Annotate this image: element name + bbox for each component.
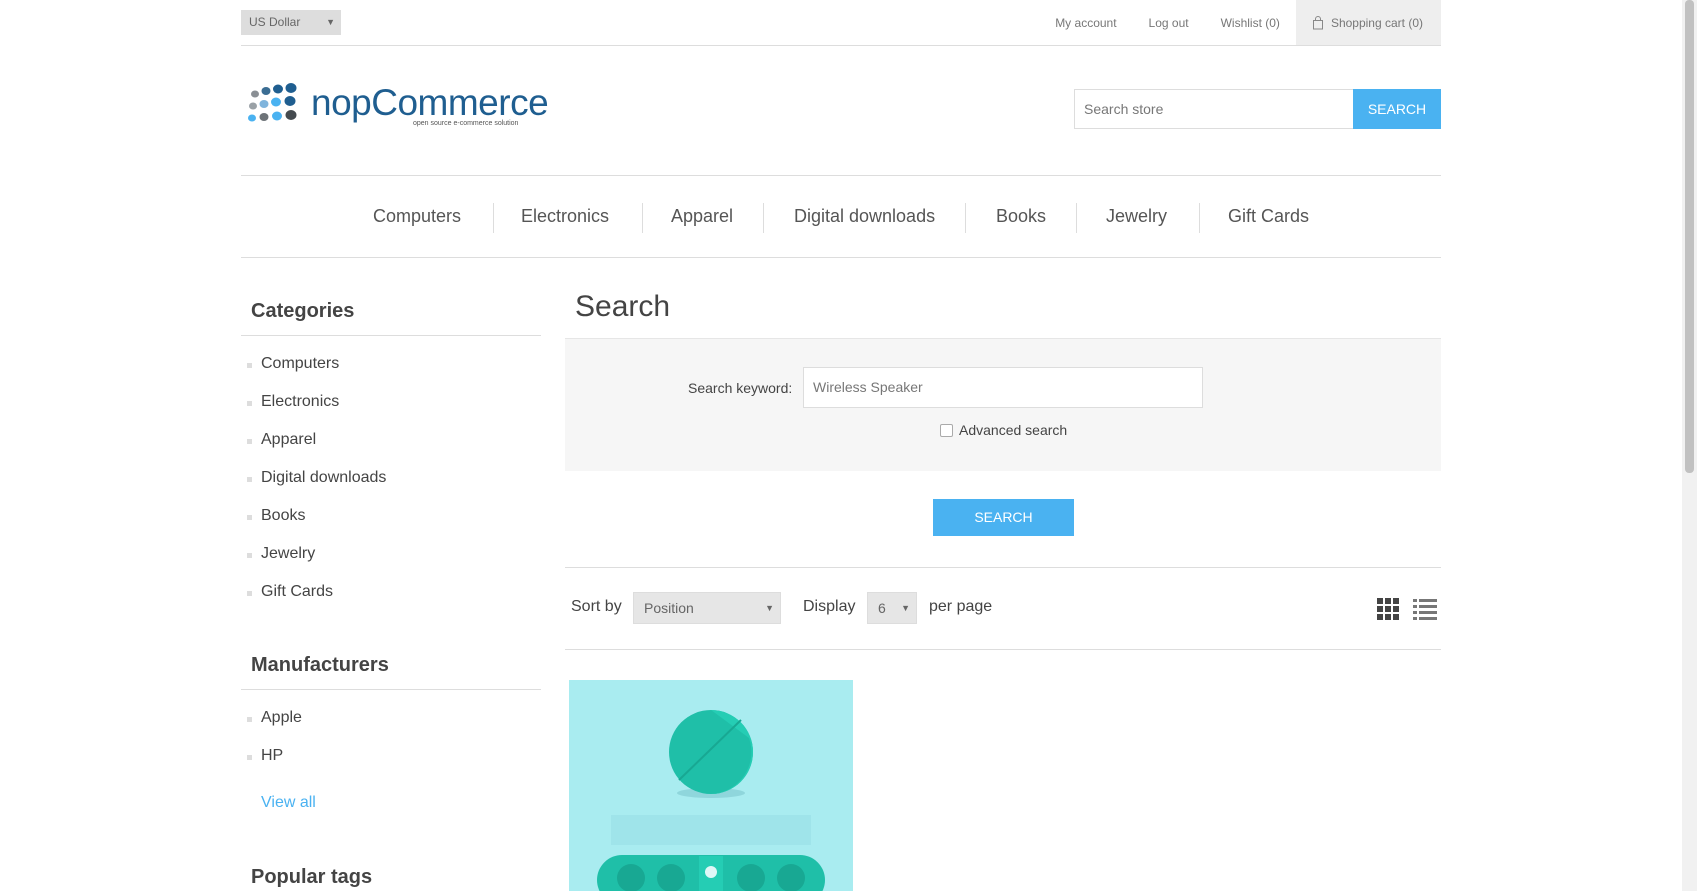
advanced-search-checkbox[interactable] <box>940 424 953 437</box>
manufacturers-title: Manufacturers <box>251 654 389 676</box>
search-submit-button[interactable]: SEARCH <box>933 499 1074 536</box>
search-keyword-label: Search keyword: <box>688 380 793 396</box>
currency-value: US Dollar <box>249 15 301 29</box>
menu-item-books[interactable]: Books <box>996 176 1046 257</box>
category-item-gift-cards[interactable]: Gift Cards <box>261 583 333 601</box>
selectors-top-divider <box>565 567 1441 568</box>
list-bullet <box>247 755 252 760</box>
menu-item-computers[interactable]: Computers <box>373 176 461 257</box>
list-bullet <box>247 553 252 558</box>
advanced-search-label[interactable]: Advanced search <box>959 422 1067 438</box>
chevron-down-icon: ▼ <box>901 603 910 613</box>
header-links: My account Log out Wishlist (0) Shopping… <box>1023 0 1441 45</box>
category-item-jewelry[interactable]: Jewelry <box>261 545 315 563</box>
menu-item-gift-cards[interactable]: Gift Cards <box>1228 176 1309 257</box>
menu-item-electronics[interactable]: Electronics <box>521 176 609 257</box>
manufacturer-item-apple[interactable]: Apple <box>261 709 302 727</box>
grid-view-icon[interactable] <box>1377 598 1399 620</box>
popular-tags-title: Popular tags <box>251 866 373 888</box>
category-item-apparel[interactable]: Apparel <box>261 431 316 449</box>
list-bullet <box>247 363 252 368</box>
list-view-icon[interactable] <box>1413 598 1437 620</box>
page-scrollbar[interactable] <box>1682 0 1697 891</box>
scrollbar-thumb[interactable] <box>1685 0 1694 473</box>
menu-item-digital-downloads[interactable]: Digital downloads <box>794 176 935 257</box>
top-menu: Computers Electronics Apparel Digital do… <box>241 175 1441 258</box>
page-size-select[interactable]: 6 ▼ <box>867 592 917 624</box>
category-item-electronics[interactable]: Electronics <box>261 393 339 411</box>
search-keyword-input[interactable]: Wireless Speaker <box>803 367 1203 408</box>
page-size-value: 6 <box>878 600 886 616</box>
category-item-books[interactable]: Books <box>261 507 305 525</box>
currency-selector[interactable]: US Dollar ▼ <box>241 10 341 35</box>
product-image-wireless-speaker[interactable] <box>569 680 853 891</box>
menu-divider <box>493 203 494 233</box>
view-all-manufacturers-link[interactable]: View all <box>261 794 316 812</box>
list-bullet <box>247 717 252 722</box>
categories-title: Categories <box>251 300 355 322</box>
manufacturer-item-hp[interactable]: HP <box>261 747 283 765</box>
category-item-computers[interactable]: Computers <box>261 355 339 373</box>
shopping-cart-label: Shopping cart (0) <box>1330 15 1423 30</box>
logo-dots-icon <box>248 83 297 122</box>
menu-divider <box>642 203 643 233</box>
header-upper: US Dollar ▼ My account Log out Wishlist … <box>241 0 1441 46</box>
list-bullet <box>247 401 252 406</box>
store-search-button[interactable]: SEARCH <box>1353 89 1441 129</box>
selectors-bottom-divider <box>565 649 1441 650</box>
menu-divider <box>1076 203 1077 233</box>
store-logo[interactable]: nopCommerce open source e-commerce solut… <box>245 80 549 136</box>
logo-tagline: open source e-commerce solution <box>413 120 519 127</box>
sort-by-select[interactable]: Position ▼ <box>633 592 781 624</box>
list-bullet <box>247 515 252 520</box>
list-bullet <box>247 591 252 596</box>
logo-wordmark: nopCommerce <box>311 82 549 123</box>
my-account-link[interactable]: My account <box>1055 16 1116 30</box>
menu-item-jewelry[interactable]: Jewelry <box>1106 176 1167 257</box>
shopping-bag-icon <box>1312 15 1323 29</box>
store-search-input[interactable]: Search store <box>1074 89 1354 129</box>
categories-divider <box>241 335 541 336</box>
menu-divider <box>763 203 764 233</box>
sort-by-label: Sort by <box>571 598 622 615</box>
wishlist-link[interactable]: Wishlist (0) <box>1221 16 1280 30</box>
list-bullet <box>247 439 252 444</box>
per-page-label: per page <box>929 598 993 615</box>
chevron-down-icon: ▼ <box>765 603 774 613</box>
menu-item-apparel[interactable]: Apparel <box>671 176 733 257</box>
chevron-down-icon: ▼ <box>326 17 335 27</box>
manufacturers-divider <box>241 689 541 690</box>
menu-divider <box>965 203 966 233</box>
speaker-product-picture <box>569 680 853 891</box>
menu-divider <box>1199 203 1200 233</box>
list-bullet <box>247 477 252 482</box>
shopping-cart-link[interactable]: Shopping cart (0) <box>1295 0 1441 45</box>
display-label: Display <box>803 598 856 615</box>
page-title: Search <box>575 290 671 323</box>
sort-by-value: Position <box>644 600 694 616</box>
log-out-link[interactable]: Log out <box>1149 16 1189 30</box>
category-item-digital-downloads[interactable]: Digital downloads <box>261 469 386 487</box>
